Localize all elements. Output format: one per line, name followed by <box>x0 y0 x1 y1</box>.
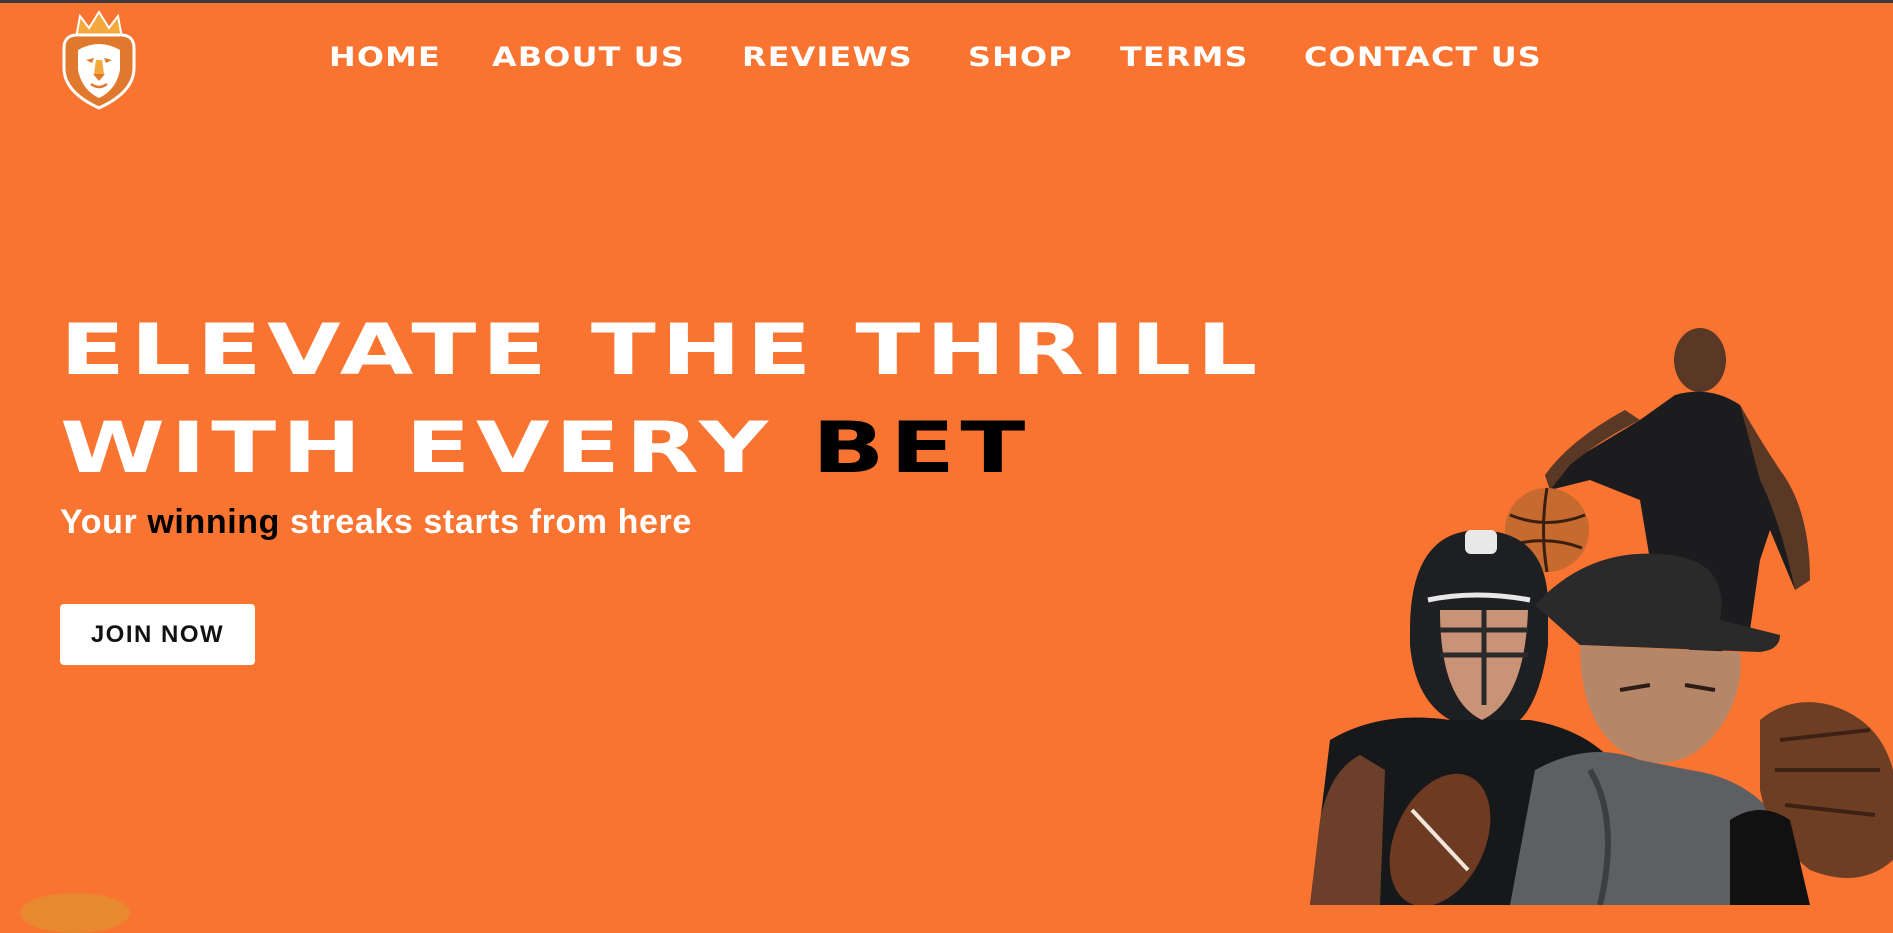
nav-about-us-link[interactable]: ABOUT US <box>492 42 741 73</box>
nav-contact-us-link[interactable]: CONTACT US <box>1304 42 1611 73</box>
decorative-corner-shape <box>20 893 130 933</box>
crowned-lion-icon[interactable] <box>58 8 140 110</box>
hero-headline-accent: BET <box>811 407 1031 489</box>
hero-subtitle-start: Your <box>60 503 148 541</box>
hero-subtitle-end: streaks starts from here <box>280 503 692 541</box>
nav-home-link[interactable]: HOME <box>329 42 475 73</box>
nav-terms-link[interactable]: TERMS <box>1120 42 1291 73</box>
hero-subtitle: Your winning streaks starts from here <box>60 503 692 542</box>
join-now-button[interactable]: JOIN NOW <box>60 604 255 665</box>
hero-headline-prefix: WITH EVERY <box>60 407 812 489</box>
hero-headline-line-2: WITH EVERY BET <box>60 413 1031 483</box>
nav-reviews-link[interactable]: REVIEWS <box>742 42 963 73</box>
main-nav: HOME ABOUT US REVIEWS SHOP TERMS CONTACT… <box>329 38 1564 76</box>
hero-headline-line-1: ELEVATE THE THRILL <box>60 309 1263 391</box>
top-border <box>0 0 1893 3</box>
nav-shop-link[interactable]: SHOP <box>968 42 1101 73</box>
hero-subtitle-accent: winning <box>147 503 280 541</box>
athletes-collage-image <box>1310 328 1893 905</box>
